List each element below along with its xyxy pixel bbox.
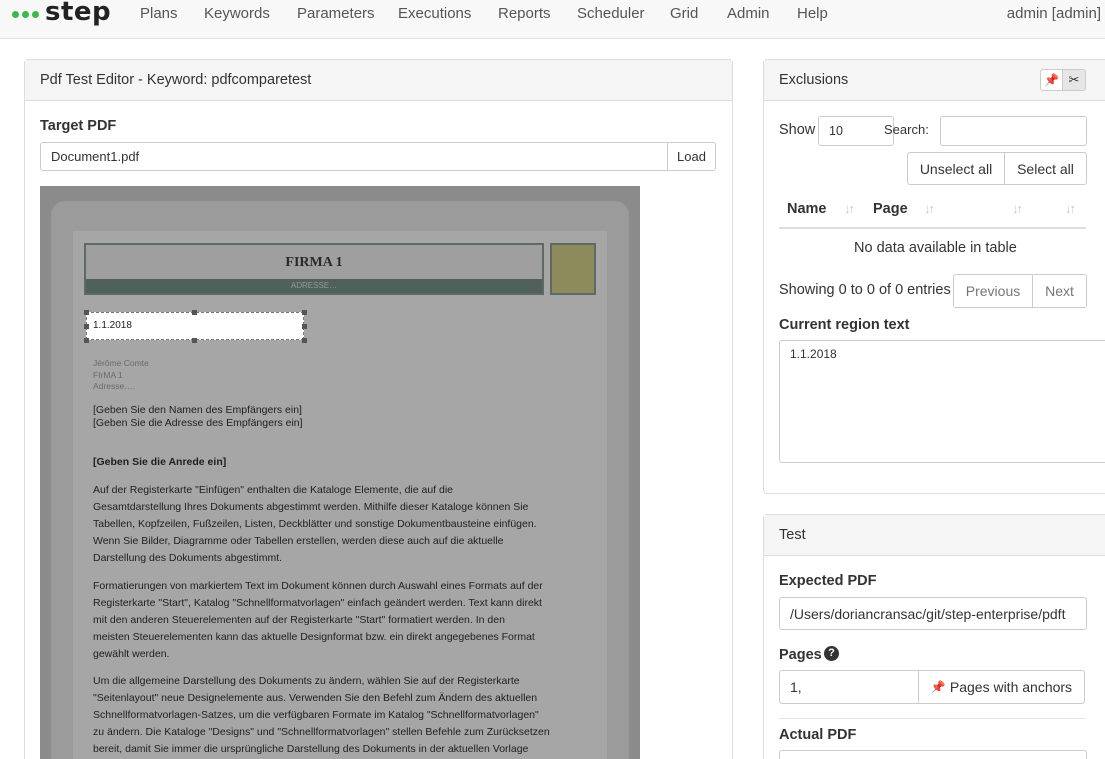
pdf-sender-block: Jérôme Comte FIrMA 1 Adresse….	[93, 358, 149, 391]
selection-handle[interactable]	[84, 310, 89, 315]
nav-keywords[interactable]: Keywords	[204, 5, 270, 22]
divider	[779, 718, 1086, 719]
pdf-editor-title: Pdf Test Editor - Keyword: pdfcomparetes…	[25, 60, 732, 101]
pdf-recipient-block: [Geben Sie den Namen des Empfängers ein]…	[93, 404, 303, 429]
pdf-paragraph-3: Um die allgemeine Darstellung des Dokume…	[93, 675, 550, 755]
search-input[interactable]	[940, 116, 1087, 146]
selection-handle[interactable]	[192, 310, 197, 315]
sort-icon[interactable]: ↓↑	[1065, 201, 1076, 216]
test-panel: Test	[763, 514, 1105, 759]
nav-reports[interactable]: Reports	[498, 5, 551, 22]
top-navbar: step Plans Keywords Parameters Execution…	[0, 0, 1105, 39]
pages-with-anchors-label: Pages with anchors	[949, 679, 1073, 695]
selection-handle[interactable]	[302, 310, 307, 315]
pdf-logo-placeholder	[550, 243, 596, 295]
pdf-salutation: [Geben Sie die Anrede ein]	[93, 456, 227, 468]
table-empty-message: No data available in table	[854, 240, 1017, 256]
col-header-page[interactable]: Page	[873, 201, 908, 217]
load-button[interactable]: Load	[667, 142, 716, 171]
col-header-name[interactable]: Name	[787, 201, 827, 217]
select-all-button[interactable]: Select all	[1004, 152, 1087, 185]
current-region-label: Current region text	[779, 317, 910, 333]
table-info: Showing 0 to 0 of 0 entries	[779, 282, 951, 298]
pages-input[interactable]: 1,	[779, 670, 920, 704]
actual-pdf-label: Actual PDF	[779, 727, 857, 743]
show-entries-select[interactable]: 10	[818, 116, 894, 146]
target-pdf-label: Target PDF	[40, 118, 117, 134]
previous-page-button[interactable]: Previous	[953, 274, 1033, 308]
selection-handle[interactable]	[192, 338, 197, 343]
user-menu[interactable]: admin [admin]	[1007, 5, 1101, 22]
table-header-divider	[779, 227, 1086, 229]
pdf-adresse-bar: ADRESSE…	[86, 279, 542, 293]
sort-icon[interactable]: ↓↑	[924, 201, 935, 216]
next-page-button[interactable]: Next	[1032, 274, 1087, 308]
pdf-firma-text: FIRMA 1	[285, 255, 343, 270]
unselect-all-button[interactable]: Unselect all	[907, 152, 1005, 185]
current-region-text[interactable]: 1.1.2018	[779, 340, 1105, 463]
pdf-paragraph-2: Formatierungen von markiertem Text im Do…	[93, 580, 543, 660]
target-pdf-input[interactable]: Document1.pdf	[40, 142, 668, 171]
pages-label: Pages	[779, 647, 822, 663]
pdf-preview[interactable]: FIRMA 1 ADRESSE… 1.1.2018 Jérôme Comte F…	[40, 186, 640, 759]
pin-icon: 📌	[930, 680, 946, 694]
pin-icon: 📌	[1044, 73, 1059, 87]
sort-icon[interactable]: ↓↑	[1012, 201, 1023, 216]
search-label: Search:	[884, 122, 929, 137]
expected-pdf-input[interactable]: /Users/doriancransac/git/step-enterprise…	[779, 597, 1087, 630]
expected-pdf-label: Expected PDF	[779, 573, 877, 589]
pin-button[interactable]: 📌	[1040, 69, 1063, 91]
cut-region-button[interactable]: ✂	[1062, 69, 1086, 91]
selection-handle[interactable]	[84, 324, 89, 329]
nav-admin[interactable]: Admin	[727, 5, 770, 22]
brand-dots-icon	[12, 10, 39, 18]
nav-help[interactable]: Help	[797, 5, 828, 22]
nav-executions[interactable]: Executions	[398, 5, 471, 22]
selection-handle[interactable]	[302, 338, 307, 343]
brand-name: step	[45, 0, 112, 27]
show-entries-label: Show	[779, 122, 816, 138]
nav-plans[interactable]: Plans	[140, 5, 178, 22]
selection-handle[interactable]	[84, 338, 89, 343]
nav-scheduler[interactable]: Scheduler	[577, 5, 645, 22]
scissors-icon: ✂	[1068, 72, 1080, 87]
selection-handle[interactable]	[302, 324, 307, 329]
nav-grid[interactable]: Grid	[670, 5, 698, 22]
question-circle-icon[interactable]: ?	[824, 646, 839, 661]
nav-parameters[interactable]: Parameters	[297, 5, 375, 22]
actual-pdf-input[interactable]	[779, 750, 1087, 759]
pdf-selected-region[interactable]: 1.1.2018	[86, 312, 304, 340]
pdf-paragraph-1: Auf der Registerkarte "Einfügen" enthalt…	[93, 484, 537, 564]
pages-with-anchors-button[interactable]: 📌 Pages with anchors	[918, 670, 1085, 704]
pdf-company-header: FIRMA 1 ADRESSE…	[84, 243, 544, 295]
brand-logo[interactable]: step	[12, 0, 111, 28]
sort-icon[interactable]: ↓↑	[844, 201, 855, 216]
test-title: Test	[764, 515, 1105, 556]
